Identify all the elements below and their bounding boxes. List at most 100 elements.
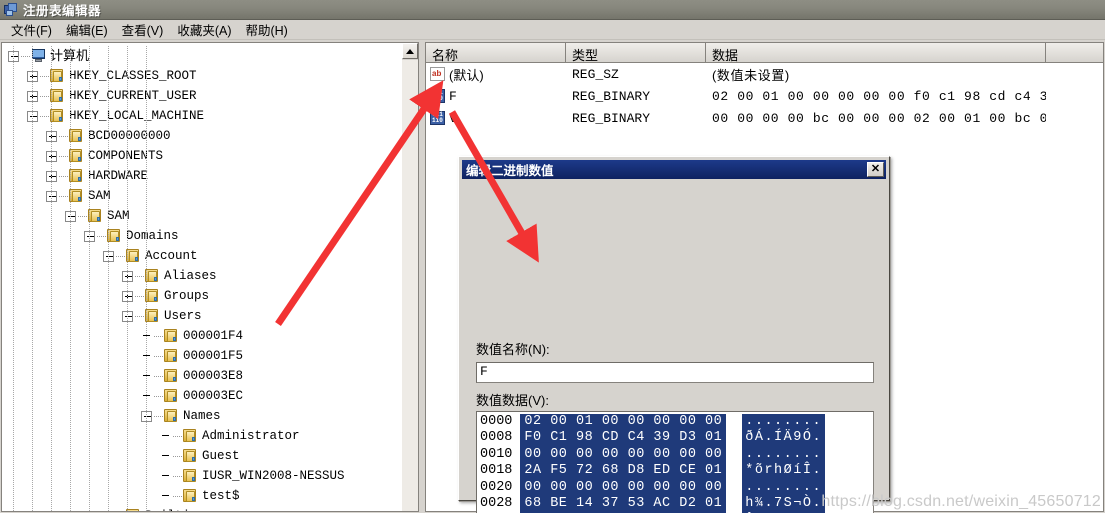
column-header-data[interactable]: 数据: [706, 43, 1046, 62]
chevron-up-icon: [406, 49, 414, 54]
tree-item[interactable]: Names: [2, 406, 402, 426]
tree-item-label: Builtin: [142, 506, 198, 512]
tree-item[interactable]: SAM: [2, 186, 402, 206]
registry-tree-pane[interactable]: 计算机HKEY_CLASSES_ROOTHKEY_CURRENT_USERHKE…: [1, 42, 402, 512]
value-type: REG_BINARY: [566, 89, 706, 104]
tree-item[interactable]: 000001F5: [2, 346, 402, 366]
tree-spacer: [160, 471, 171, 482]
table-row[interactable]: (默认)REG_SZ(数值未设置): [426, 63, 1103, 85]
menu-view[interactable]: 查看(V): [115, 19, 171, 40]
column-header-extra[interactable]: [1046, 43, 1103, 62]
hex-row[interactable]: 002868 BE 14 37 53 AC D2 01h¾.7S¬Ò.: [480, 496, 873, 512]
menu-edit[interactable]: 编辑(E): [59, 19, 115, 40]
hex-bytes[interactable]: F0 C1 98 CD C4 39 D3 01: [520, 430, 726, 446]
tree-item[interactable]: Domains: [2, 226, 402, 246]
tree-connector: [154, 416, 163, 417]
hex-offset: 0000: [480, 414, 520, 430]
tree-item-label: 000001F5: [180, 346, 243, 366]
hex-editor[interactable]: 000002 00 01 00 00 00 00 00........0008F…: [476, 411, 874, 513]
tree-item[interactable]: BCD00000000: [2, 126, 402, 146]
registry-tree: 计算机HKEY_CLASSES_ROOTHKEY_CURRENT_USERHKE…: [2, 43, 402, 512]
tree-item[interactable]: 000003E8: [2, 366, 402, 386]
tree-item[interactable]: Guest: [2, 446, 402, 466]
tree-vertical-scrollbar[interactable]: [402, 42, 419, 512]
tree-item[interactable]: test$: [2, 486, 402, 506]
tree-connector: [154, 356, 163, 357]
table-row[interactable]: FREG_BINARY02 00 01 00 00 00 00 00 f0 c1…: [426, 85, 1103, 107]
tree-spacer: [160, 451, 171, 462]
hex-offset: 0008: [480, 430, 520, 446]
value-type: REG_BINARY: [566, 111, 706, 126]
hex-row[interactable]: 002000 00 00 00 00 00 00 00........: [480, 480, 873, 496]
value-data-label: 数值数据(V):: [476, 390, 549, 409]
close-icon[interactable]: ✕: [867, 162, 884, 177]
scroll-up-button[interactable]: [402, 43, 418, 59]
folder-icon: [182, 469, 198, 483]
tree-item[interactable]: Aliases: [2, 266, 402, 286]
registry-editor-icon: [3, 2, 19, 18]
hex-row[interactable]: 000002 00 01 00 00 00 00 00........: [480, 414, 873, 430]
hex-bytes[interactable]: 02 00 01 00 00 00 00 00: [520, 414, 726, 430]
tree-item[interactable]: 000001F4: [2, 326, 402, 346]
tree-item[interactable]: 000003EC: [2, 386, 402, 406]
folder-icon: [163, 349, 179, 363]
column-header-name[interactable]: 名称: [426, 43, 566, 62]
tree-item[interactable]: IUSR_WIN2008-NESSUS: [2, 466, 402, 486]
tree-item-label: COMPONENTS: [85, 146, 163, 166]
tree-item-label: 000003EC: [180, 386, 243, 406]
tree-connector: [173, 456, 182, 457]
hex-ascii: ........: [742, 480, 825, 496]
menu-file[interactable]: 文件(F): [4, 19, 59, 40]
binary-value-icon: [430, 111, 445, 125]
tree-connector: [40, 116, 49, 117]
tree-item[interactable]: Account: [2, 246, 402, 266]
value-type: REG_SZ: [566, 67, 706, 82]
column-header-type[interactable]: 类型: [566, 43, 706, 62]
table-row[interactable]: VREG_BINARY00 00 00 00 bc 00 00 00 02 00…: [426, 107, 1103, 129]
tree-connector: [154, 396, 163, 397]
menu-favorites[interactable]: 收藏夹(A): [170, 19, 238, 40]
tree-connector: [173, 436, 182, 437]
value-name: V: [449, 111, 457, 126]
tree-item[interactable]: Groups: [2, 286, 402, 306]
scroll-track[interactable]: [402, 60, 418, 511]
hex-bytes[interactable]: 00 00 00 00 00 00 00 00: [520, 447, 726, 463]
tree-item[interactable]: HARDWARE: [2, 166, 402, 186]
tree-connector: [135, 296, 144, 297]
list-rows: (默认)REG_SZ(数值未设置)FREG_BINARY02 00 01 00 …: [426, 63, 1103, 129]
tree-connector: [135, 276, 144, 277]
value-name-input[interactable]: F: [476, 362, 874, 383]
hex-row[interactable]: 00182A F5 72 68 D8 ED CE 01*õrhØíÎ.: [480, 463, 873, 479]
hex-ascii: h¾.7S¬Ò.: [742, 496, 825, 512]
tree-item-label: 000003E8: [180, 366, 243, 386]
tree-connector: [116, 256, 125, 257]
tree-item[interactable]: Administrator: [2, 426, 402, 446]
tree-item[interactable]: 计算机: [2, 46, 402, 66]
tree-item[interactable]: HKEY_CLASSES_ROOT: [2, 66, 402, 86]
hex-offset: 0018: [480, 463, 520, 479]
hex-gap: [726, 480, 742, 496]
hex-bytes[interactable]: 68 BE 14 37 53 AC D2 01: [520, 496, 726, 512]
tree-connector: [59, 176, 68, 177]
hex-bytes[interactable]: 2A F5 72 68 D8 ED CE 01: [520, 463, 726, 479]
tree-item[interactable]: HKEY_LOCAL_MACHINE: [2, 106, 402, 126]
tree-item-label: Account: [142, 246, 198, 266]
tree-connector: [154, 336, 163, 337]
watermark: https://blog.csdn.net/weixin_45650712: [821, 493, 1101, 511]
tree-item[interactable]: HKEY_CURRENT_USER: [2, 86, 402, 106]
tree-item[interactable]: Builtin: [2, 506, 402, 512]
tree-item-label: 000001F4: [180, 326, 243, 346]
tree-item-label: Names: [180, 406, 221, 426]
hex-bytes[interactable]: 00 00 00 00 00 00 00 00: [520, 480, 726, 496]
folder-icon: [182, 489, 198, 503]
tree-item-label: Domains: [123, 226, 179, 246]
tree-item[interactable]: Users: [2, 306, 402, 326]
hex-row[interactable]: 0008F0 C1 98 CD C4 39 D3 01ðÁ.ÍÄ9Ó.: [480, 430, 873, 446]
tree-item[interactable]: SAM: [2, 206, 402, 226]
tree-item[interactable]: COMPONENTS: [2, 146, 402, 166]
menubar: 文件(F) 编辑(E) 查看(V) 收藏夹(A) 帮助(H): [0, 20, 1105, 40]
value-data: (数值未设置): [706, 65, 1046, 84]
tree-item-label: Administrator: [199, 426, 300, 446]
hex-row[interactable]: 001000 00 00 00 00 00 00 00........: [480, 447, 873, 463]
menu-help[interactable]: 帮助(H): [238, 19, 294, 40]
